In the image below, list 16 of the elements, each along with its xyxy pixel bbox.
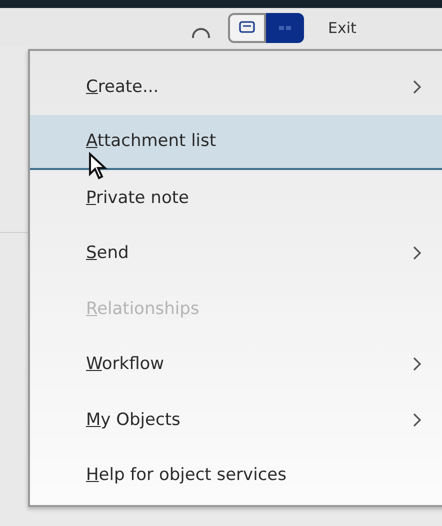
menu-item[interactable]: Create... [30, 59, 442, 114]
chevron-right-icon [412, 78, 422, 95]
chevron-right-icon [412, 356, 422, 372]
exit-button[interactable]: Exit [328, 19, 356, 37]
menu-item[interactable]: Send [30, 226, 442, 281]
list-view-button[interactable] [228, 13, 266, 43]
search-icon[interactable] [190, 26, 212, 38]
grid-icon [279, 26, 291, 30]
cursor-icon [88, 152, 110, 180]
chevron-right-icon [412, 412, 422, 428]
menu-item[interactable]: Workflow [30, 336, 442, 392]
menu-item[interactable]: Private note [30, 170, 442, 226]
chevron-right-icon [412, 245, 422, 262]
menu-item[interactable]: Help for object services [30, 448, 442, 503]
list-icon [239, 21, 255, 35]
menu-item[interactable]: My Objects [30, 392, 442, 448]
